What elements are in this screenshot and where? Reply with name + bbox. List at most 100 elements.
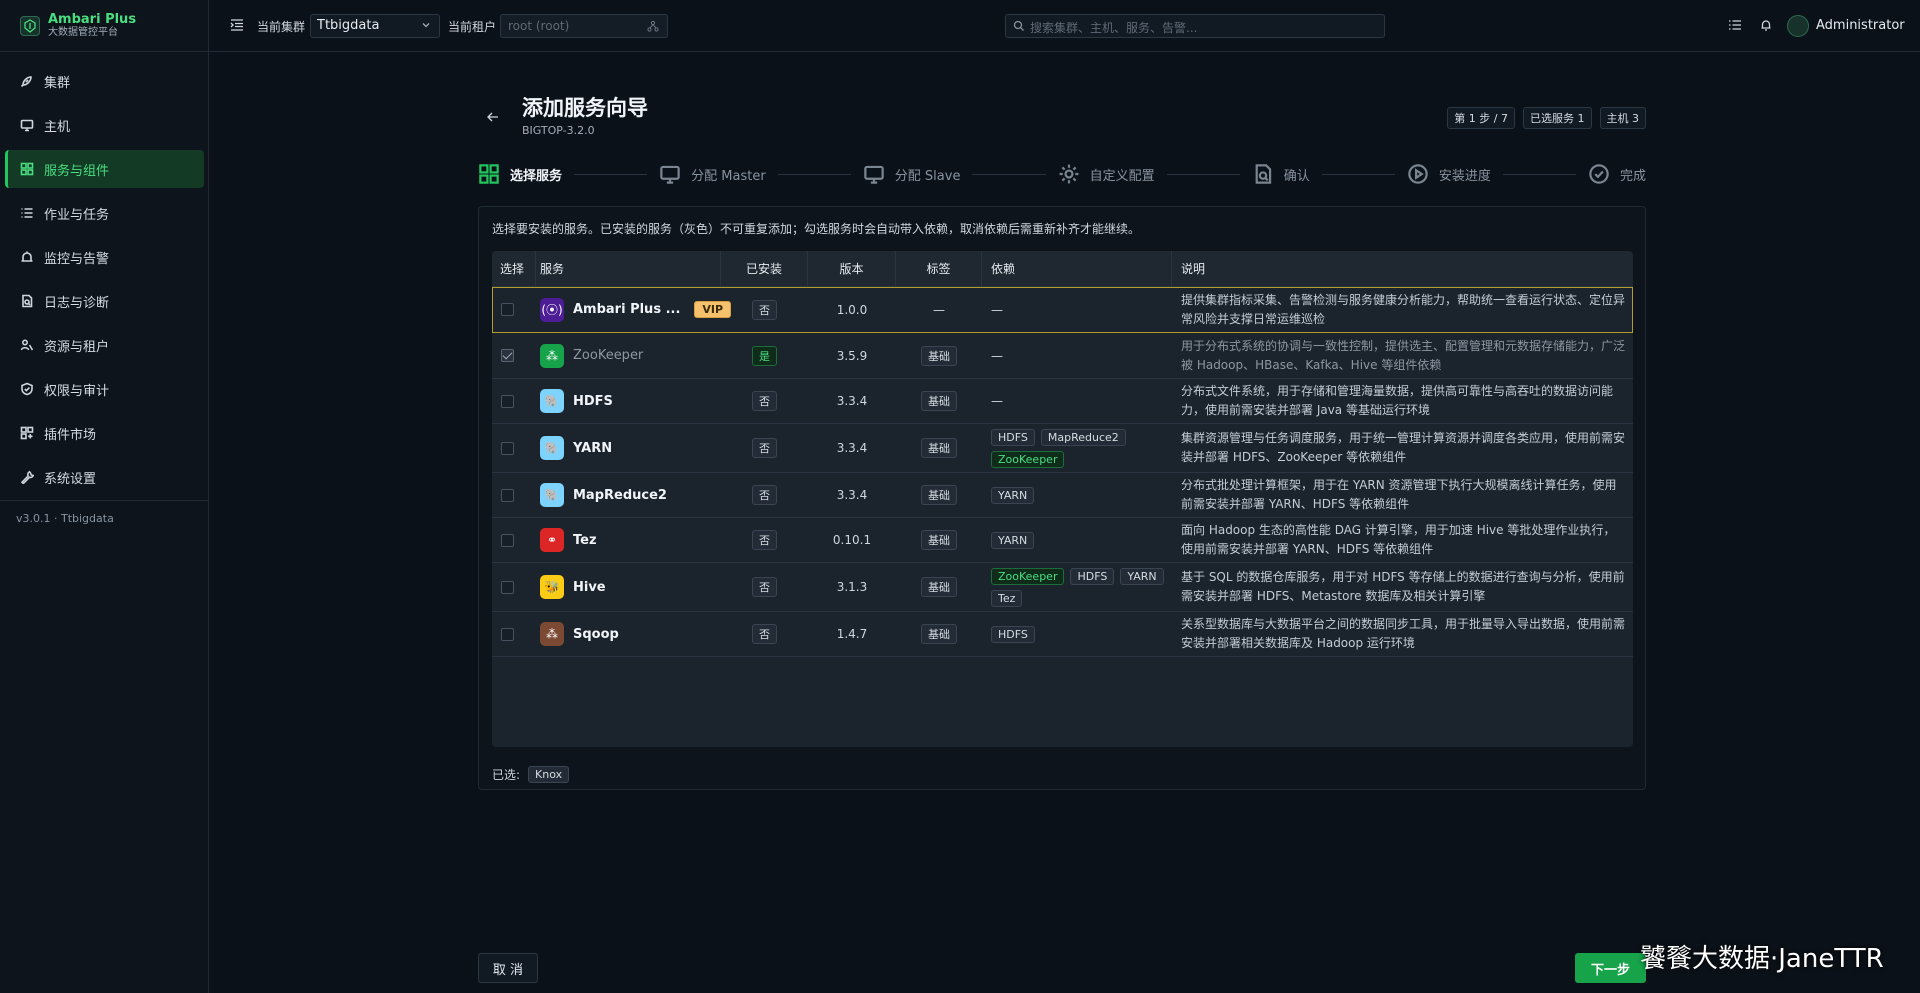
sidebar-item-9[interactable]: 系统设置 [5,458,204,496]
service-checkbox[interactable] [501,627,514,641]
table-body: (⦿) Ambari Plus ... VIP 否 1.0.0— — 提供集群指标采集、告警… [492,287,1633,657]
service-name: Hive [573,579,606,595]
service-cell: (⦿) Ambari Plus ... VIP [536,287,732,332]
next-step-button[interactable]: 下一步 [1575,953,1646,983]
tenant-select[interactable]: root (root) [500,14,668,38]
sidebar-item-8[interactable]: 插件市场 [5,414,204,452]
service-checkbox[interactable] [501,303,514,316]
back-arrow-icon[interactable] [486,110,500,124]
table-row[interactable]: 🐘 HDFS 否 3.3.4 基础 — 分布式文件系统，用于存储和管理海量数据，提供高可靠性… [492,379,1633,424]
wrench-icon [20,470,44,484]
service-tag: 基础 [921,577,957,597]
tenant-label: 当前租户 [448,20,497,34]
wizard-step-label: 完成 [1620,168,1647,184]
select-cell [492,473,536,517]
collapse-menu-icon[interactable] [229,17,245,33]
table-row[interactable]: 🐘 MapReduce2 否 3.3.4 基础 YARN 分布式批处理计算框架，用于在 YA… [492,473,1633,518]
dependency-cell: YARN [982,473,1172,517]
dependency-tag: ZooKeeper [991,450,1065,468]
sidebar-item-6[interactable]: 资源与租户 [5,326,204,364]
tag-cell: 基础 [896,333,982,378]
wizard-step-label: 分配 Slave [894,168,961,184]
rocket-icon [20,74,44,88]
description-cell: 集群资源管理与任务调度服务，用于统一管理计算资源并调度各类应用，使用前需安装并部… [1172,424,1633,472]
tag-cell: — [896,287,982,332]
service-checkbox[interactable] [501,488,514,502]
service-checkbox[interactable] [501,533,514,547]
select-cell [492,379,536,423]
table-row[interactable]: 🐘 YARN 否 3.3.4 基础 HDFS MapReduce2 ZooKeeper 集群资源… [492,424,1633,473]
cancel-button[interactable]: 取 消 [478,953,538,983]
version-label: v3.0.1 · Ttbigdata [16,512,114,525]
sidebar-item-2[interactable]: 服务与组件 [5,150,204,188]
play-circle-icon [1407,163,1439,185]
wizard-step-2: 分配 Master [659,163,766,185]
description-cell: 分布式批处理计算框架，用于在 YARN 资源管理下执行大规模离线计算任务，使用前… [1172,473,1633,517]
service-logo-icon: (⦿) [540,297,564,322]
sidebar-item-label: 资源与租户 [44,339,110,355]
selected-service-tag[interactable]: Knox [528,766,570,783]
cluster-select[interactable]: Ttbigdata [310,14,440,38]
service-tag: 基础 [921,391,957,411]
select-cell [492,563,536,611]
list-icon [20,206,44,220]
column-header: 依赖 [982,251,1172,287]
tag-cell: 基础 [896,563,982,611]
task-list-icon[interactable] [1728,18,1742,32]
sidebar-item-0[interactable]: 集群 [5,62,204,100]
sidebar-item-7[interactable]: 权限与审计 [5,370,204,408]
brand[interactable]: Ambari Plus 大数据管控平台 [0,0,208,52]
service-checkbox [501,349,514,362]
monitor-icon [20,118,44,132]
sidebar-item-5[interactable]: 日志与诊断 [5,282,204,320]
dependency-cell: — [982,333,1172,378]
user-name[interactable]: Administrator [1816,18,1905,33]
grid-icon [20,162,44,176]
page-title: 添加服务向导 [522,96,648,120]
service-cell: 🐘 HDFS [536,379,721,423]
installed-badge: 否 [752,438,777,458]
wizard-step-7: 完成 [1588,163,1646,185]
selected-count-badge: 已选服务 1 [1523,107,1592,129]
service-checkbox[interactable] [501,580,514,594]
service-checkbox[interactable] [501,394,514,408]
service-cell: ⁂ Sqoop [536,612,721,656]
table-row[interactable]: 🐝 Hive 否 3.1.3 基础 ZooKeeper HDFS YARN Tez 基于 SQL … [492,563,1633,612]
global-search-input[interactable]: 搜索集群、主机、服务、告警... [1005,14,1385,38]
sidebar-item-label: 主机 [44,119,71,135]
column-header: 已安装 [721,251,808,287]
wizard-step-3: 分配 Slave [863,163,961,185]
service-checkbox[interactable] [501,441,514,455]
dependency-tag: HDFS [991,428,1035,446]
users-icon [20,338,44,352]
installed-cell: 是 [721,333,808,378]
wizard-step-1: 选择服务 [478,163,562,185]
select-cell [492,518,536,562]
service-selection-panel: 选择要安装的服务。已安装的服务（灰色）不可重复添加；勾选服务时会自动带入依赖，取… [478,206,1646,790]
service-cell: 🐘 MapReduce2 [536,473,721,517]
service-description: 用于分布式系统的协调与一致性控制，提供选主、配置管理和元数据存储能力，广泛被 H… [1181,338,1626,372]
version-cell: 3.3.4 [808,379,896,423]
installed-cell: 否 [721,287,808,332]
check-circle-icon [1588,163,1620,185]
table-row[interactable]: (⦿) Ambari Plus ... VIP 否 1.0.0— — 提供集群指标采集、告警… [492,287,1633,333]
service-logo-icon: 🐘 [540,483,564,507]
step-connector [777,173,851,175]
no-dependency: — [991,302,1003,317]
gear-icon [1058,163,1090,185]
org-tree-icon [647,20,659,32]
avatar[interactable] [1787,15,1809,37]
table-row[interactable]: ⁂ Sqoop 否 1.4.7 基础 HDFS 关系型数据库与大数据平台之间的数据同步工具，… [492,612,1633,657]
installed-badge: 否 [752,485,777,505]
shield-icon [20,382,44,396]
sidebar-item-3[interactable]: 作业与任务 [5,194,204,232]
tag-cell: 基础 [896,518,982,562]
service-description: 分布式文件系统，用于存储和管理海量数据，提供高可靠性与高吞吐的数据访问能力，使用… [1181,384,1614,417]
service-name: ZooKeeper [573,348,644,363]
table-row[interactable]: ⁂ ZooKeeper 是 3.5.9 基础 — 用于分布式系统的协调与一致性控制，提供选主… [492,333,1633,379]
bell-icon[interactable] [1759,18,1773,32]
sidebar-item-1[interactable]: 主机 [5,106,204,144]
sidebar-item-4[interactable]: 监控与告警 [5,238,204,276]
service-name: Ambari Plus ... [573,302,681,317]
table-row[interactable]: ⚭ Tez 否 0.10.1 基础 YARN 面向 Hadoop 生态的高性能 DAG 计算… [492,518,1633,563]
